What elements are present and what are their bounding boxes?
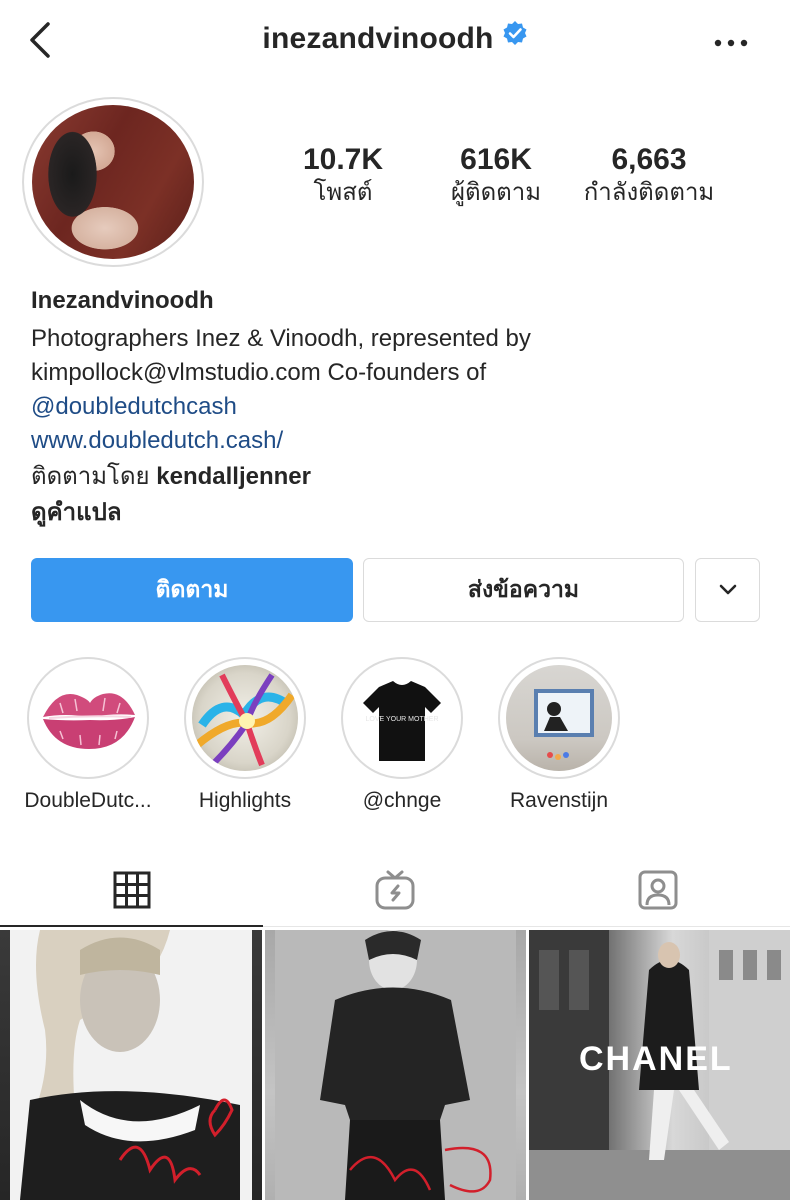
follow-button[interactable]: ติดตาม xyxy=(31,558,353,622)
followed-by[interactable]: ติดตามโดย kendalljenner xyxy=(31,460,311,494)
website-link[interactable]: www.doubledutch.cash/ xyxy=(31,424,283,458)
tab-grid[interactable] xyxy=(0,855,263,925)
grid-icon xyxy=(113,871,150,909)
followed-by-user: kendalljenner xyxy=(156,463,311,490)
following-count-value: 6,663 xyxy=(611,143,687,176)
igtv-icon xyxy=(375,870,414,910)
followed-by-prefix: ติดตามโดย xyxy=(31,463,157,490)
posts-count-label: โพสต์ xyxy=(313,179,373,206)
tshirt-print-text: LOVE YOUR MOTHER xyxy=(366,716,439,723)
highlight-label: Highlights xyxy=(198,789,292,812)
tab-tagged[interactable] xyxy=(526,855,789,925)
post-thumbnail[interactable] xyxy=(0,930,262,1200)
message-button[interactable]: ส่งข้อความ xyxy=(363,558,684,622)
verified-badge-icon xyxy=(502,20,528,54)
bio-line-1: Photographers Inez & Vinoodh, represente… xyxy=(31,325,531,352)
bio-mention-link[interactable]: @doubledutchcash xyxy=(31,390,237,424)
followers-count[interactable]: 616K ผู้ติดตาม xyxy=(416,143,576,209)
post-thumbnail[interactable] xyxy=(265,930,526,1200)
post-1-image xyxy=(10,930,252,1200)
followers-count-value: 616K xyxy=(460,143,532,176)
highlight-label: Ravenstijn xyxy=(509,789,609,812)
avatar[interactable] xyxy=(32,105,194,259)
bio-line-2: kimpollock@vlmstudio.com Co-founders of xyxy=(31,359,487,386)
lips-image xyxy=(35,665,141,771)
highlight-label: DoubleDutc... xyxy=(24,789,152,812)
suggested-accounts-button[interactable] xyxy=(695,558,760,622)
username-text: inezandvinoodh xyxy=(262,22,494,55)
following-count-label: กำลังติดตาม xyxy=(583,179,715,206)
post-brand-text: CHANEL xyxy=(579,1040,733,1078)
tagged-icon xyxy=(638,870,677,910)
post-2-image xyxy=(275,930,516,1200)
gallery-image xyxy=(506,665,612,771)
tshirt-image: LOVE YOUR MOTHER xyxy=(349,665,455,771)
following-count[interactable]: 6,663 กำลังติดตาม xyxy=(569,143,729,209)
post-thumbnail[interactable]: CHANEL xyxy=(529,930,790,1200)
see-translation-link[interactable]: ดูคำแปล xyxy=(31,496,122,530)
more-options-button[interactable] xyxy=(706,28,756,58)
posts-count[interactable]: 10.7K โพสต์ xyxy=(263,143,423,209)
chevron-down-icon xyxy=(719,584,736,595)
tab-igtv[interactable] xyxy=(263,855,526,925)
abstract-painting-image xyxy=(192,665,298,771)
profile-name: Inezandvinoodh xyxy=(31,287,214,314)
followers-count-label: ผู้ติดตาม xyxy=(450,179,542,206)
ellipsis-icon xyxy=(714,39,748,47)
active-tab-indicator xyxy=(0,925,263,927)
header-title: inezandvinoodh xyxy=(0,20,790,56)
highlight-label: @chnge xyxy=(362,789,442,812)
posts-count-value: 10.7K xyxy=(302,143,384,176)
